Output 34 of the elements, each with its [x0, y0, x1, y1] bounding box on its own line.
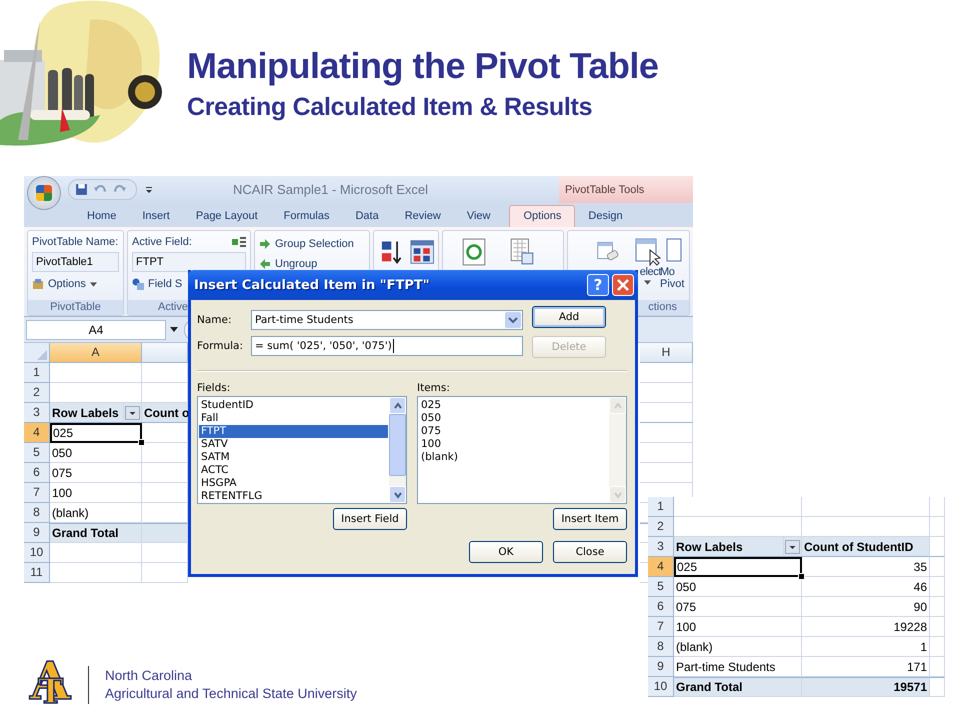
active-field-label: Active Field:	[132, 235, 192, 250]
table-cell: 19571	[802, 677, 930, 697]
table-cell: Grand Total	[50, 523, 142, 543]
fields-label: Fields:	[197, 381, 232, 396]
window-title: NCAIR Sample1 - Microsoft Excel	[233, 182, 428, 197]
table-cell: 46	[802, 577, 930, 597]
table-cell: Count of StudentID	[802, 537, 930, 557]
table-cell: Row Labels	[674, 537, 784, 557]
formula-label: Formula:	[197, 340, 244, 352]
table-cell: 050	[50, 443, 142, 463]
university-name: North Carolina	[105, 667, 194, 685]
table-cell: 075	[674, 597, 802, 617]
table-cell: 025	[674, 557, 802, 577]
table-cell: Grand Total	[674, 677, 802, 697]
group-label: PivotTable	[28, 300, 123, 315]
slide-subtitle: Creating Calculated Item & Results	[187, 92, 594, 123]
table-cell: 90	[802, 597, 930, 617]
table-cell: 35	[802, 557, 930, 577]
table-cell: 19228	[802, 617, 930, 637]
name-label: Name:	[197, 314, 233, 326]
university-name: Agricultural and Technical State University	[105, 685, 357, 703]
dialog-title: Insert Calculated Item in "FTPT"	[194, 278, 430, 292]
items-label: Items:	[417, 381, 451, 396]
table-cell: 100	[674, 617, 802, 637]
table-cell: 1	[802, 637, 930, 657]
table-cell: 050	[674, 577, 802, 597]
table-cell: (blank)	[674, 637, 802, 657]
table-cell: 025	[50, 423, 142, 443]
pivottable-name-label: PivotTable Name:	[32, 235, 119, 250]
contextual-tab-header: PivotTable Tools	[559, 176, 693, 203]
table-cell: 100	[50, 483, 142, 503]
table-cell: 075	[50, 463, 142, 483]
table-cell: Row Labels	[50, 403, 124, 423]
slide-title: Manipulating the Pivot Table	[187, 44, 658, 88]
